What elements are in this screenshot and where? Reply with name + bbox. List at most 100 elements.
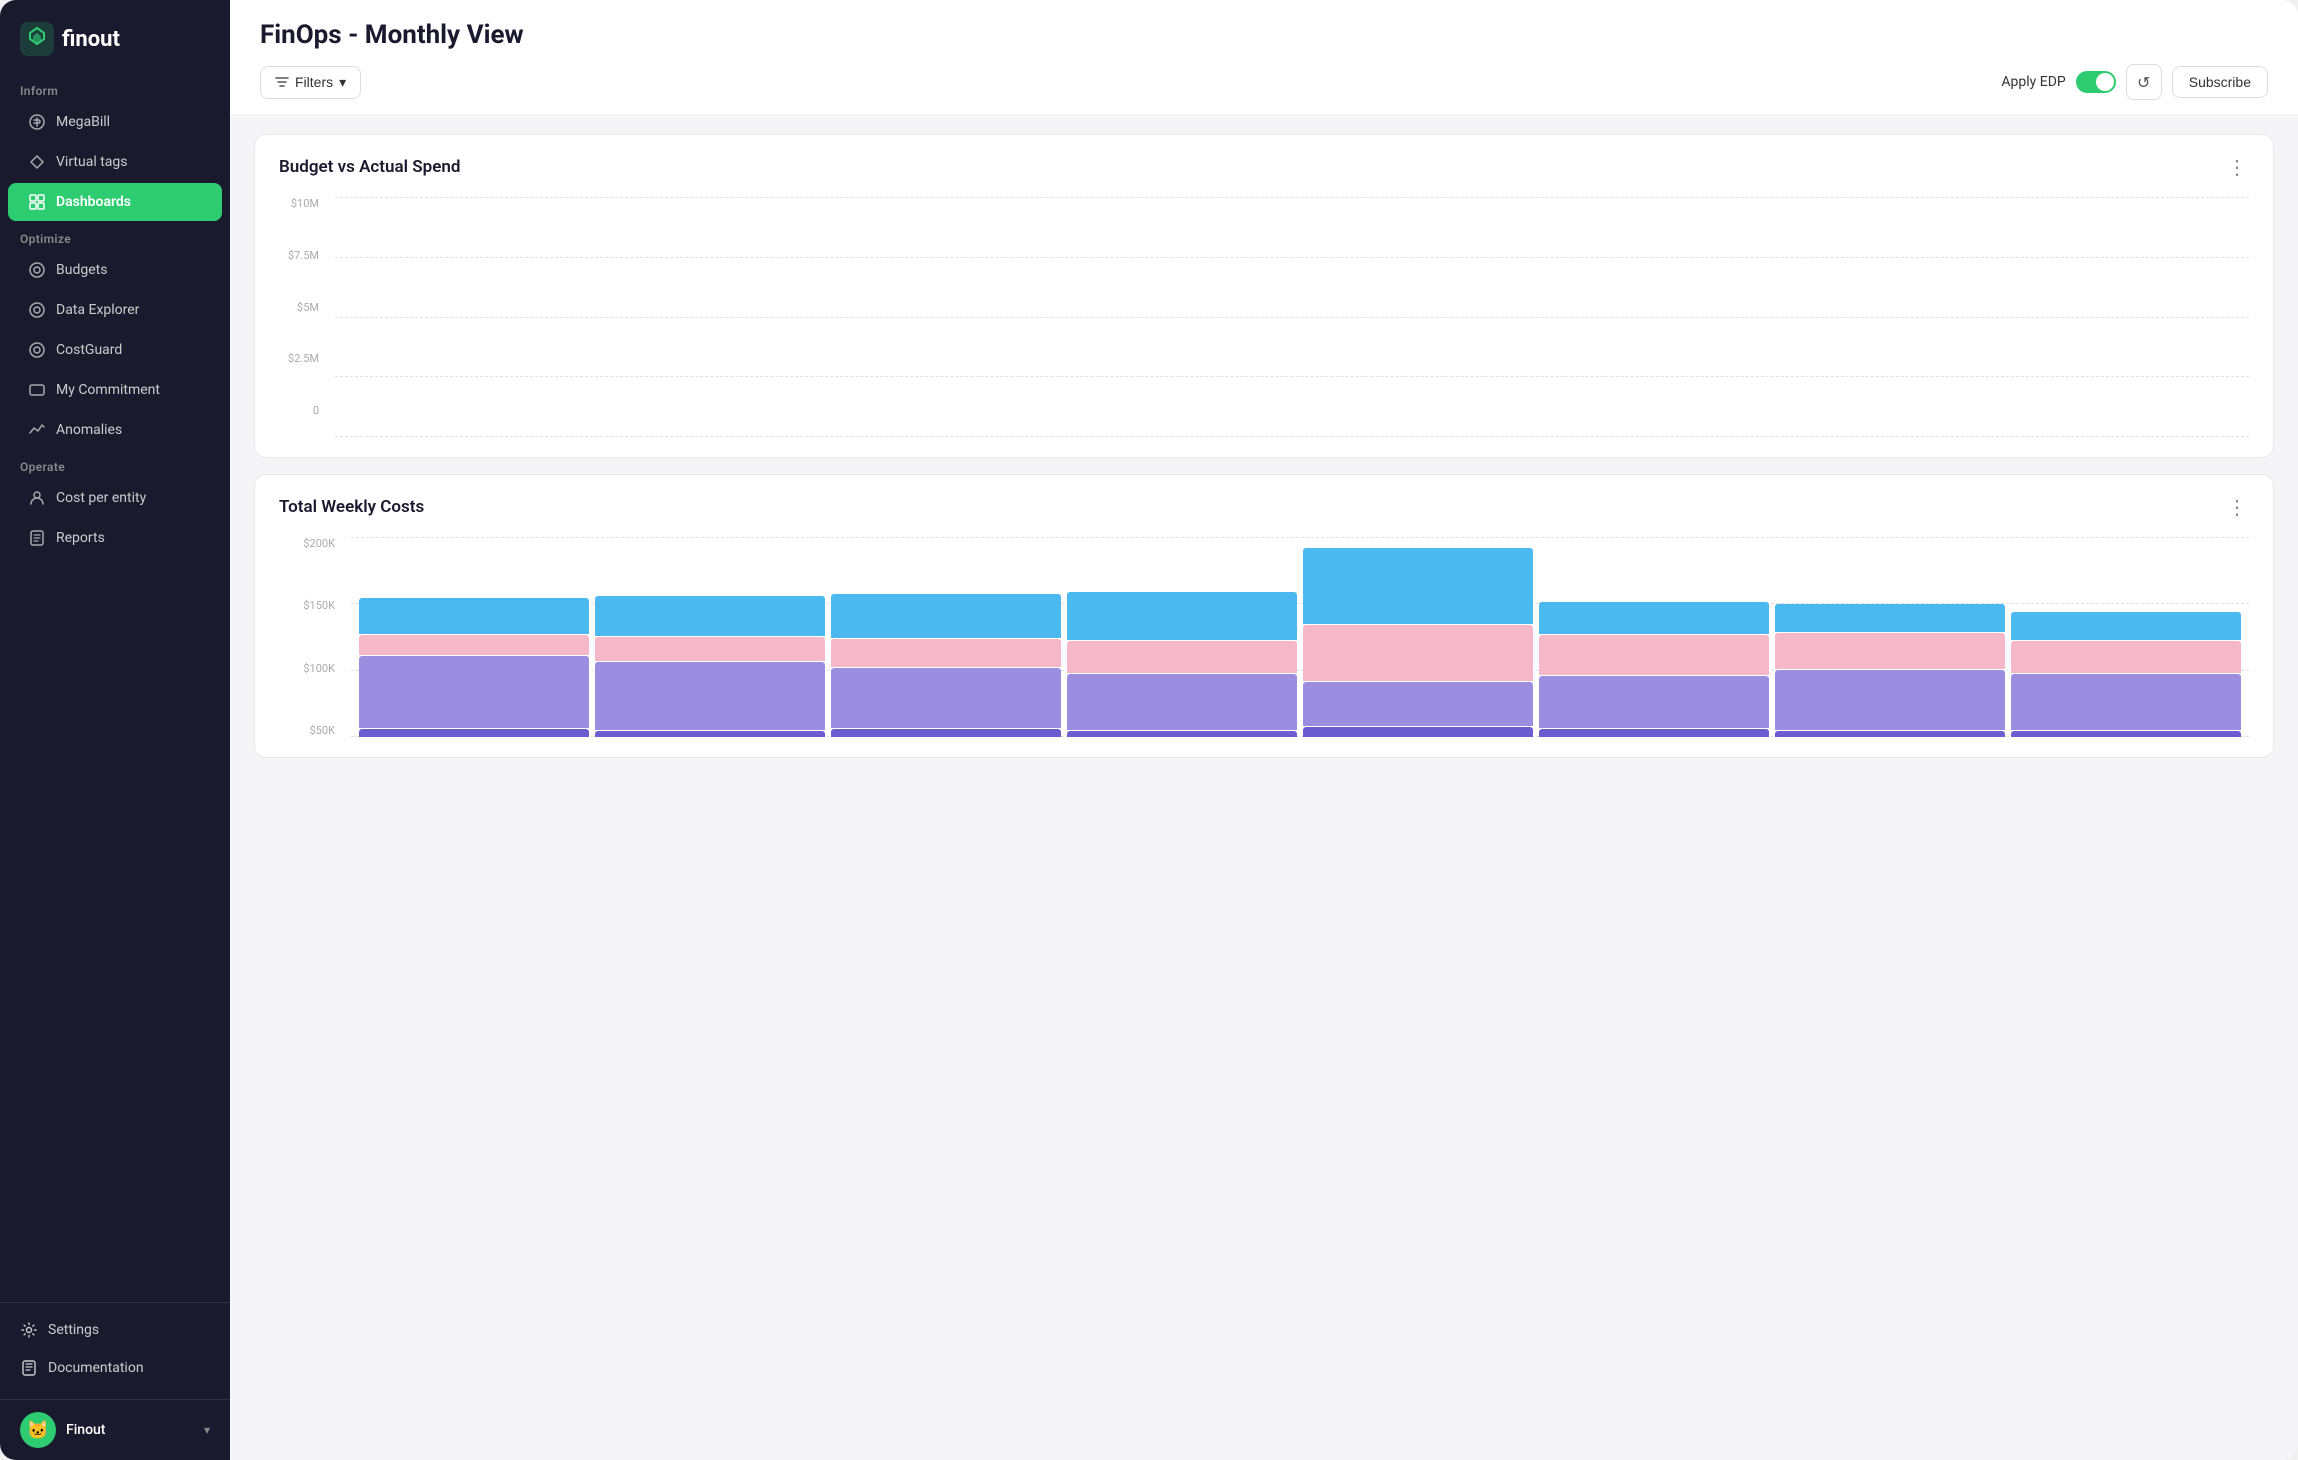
refresh-button[interactable]: ↺ — [2126, 64, 2162, 100]
sidebar-item-my-commitment[interactable]: My Commitment — [8, 371, 222, 409]
weekly-bar-pink — [1067, 641, 1297, 673]
weekly-bar-purple — [1775, 670, 2005, 730]
sidebar-item-label: Dashboards — [56, 194, 131, 210]
sidebar-item-label: Reports — [56, 530, 105, 546]
weekly-bar-blue — [831, 594, 1061, 638]
documentation-label: Documentation — [48, 1360, 144, 1376]
documentation-item[interactable]: Documentation — [0, 1349, 230, 1387]
subscribe-button[interactable]: Subscribe — [2172, 66, 2268, 98]
sidebar-item-label: Anomalies — [56, 422, 122, 438]
filters-label: Filters — [295, 74, 333, 90]
sidebar-item-label: Data Explorer — [56, 302, 139, 318]
weekly-bar-darkpurple — [831, 729, 1061, 737]
weekly-bar-group — [1775, 537, 2005, 737]
sidebar-item-anomalies[interactable]: Anomalies — [8, 411, 222, 449]
weekly-bar-purple — [1067, 674, 1297, 730]
y-label: $10M — [279, 197, 319, 210]
weekly-card-header: Total Weekly Costs ⋮ — [279, 495, 2249, 519]
filters-button[interactable]: Filters ▾ — [260, 66, 361, 99]
weekly-bar-darkpurple — [1067, 731, 1297, 737]
sidebar-item-label: Virtual tags — [56, 154, 127, 170]
weekly-bar-group — [2011, 537, 2241, 737]
avatar: 🐱 — [20, 1412, 56, 1448]
weekly-bar-blue — [1303, 548, 1533, 624]
y-label: $5M — [279, 301, 319, 314]
section-label-inform: Inform — [0, 74, 230, 102]
weekly-bar-blue — [1775, 604, 2005, 632]
weekly-bar-blue — [1067, 592, 1297, 640]
weekly-bar-group — [1303, 537, 1533, 737]
anomalies-icon — [28, 421, 46, 439]
page-title: FinOps - Monthly View — [260, 20, 2268, 50]
sidebar-item-label: My Commitment — [56, 382, 160, 398]
sidebar-item-dashboards[interactable]: Dashboards — [8, 183, 222, 221]
budget-chart-menu[interactable]: ⋮ — [2227, 155, 2249, 179]
weekly-bar-pink — [359, 635, 589, 655]
sidebar-item-reports[interactable]: Reports — [8, 519, 222, 557]
user-name: Finout — [66, 1422, 105, 1438]
weekly-bar-blue — [2011, 612, 2241, 640]
apply-edp-toggle[interactable] — [2076, 71, 2116, 93]
data-explorer-icon — [28, 301, 46, 319]
sidebar-item-label: MegaBill — [56, 114, 110, 130]
weekly-bar-group — [359, 537, 589, 737]
costguard-icon — [28, 341, 46, 359]
chevron-down-icon: ▾ — [339, 74, 346, 91]
y-label: $150K — [279, 599, 335, 612]
weekly-bar-pink — [1303, 625, 1533, 681]
settings-item[interactable]: Settings — [0, 1311, 230, 1349]
weekly-bar-purple — [2011, 674, 2241, 730]
budget-bars — [335, 197, 2249, 437]
section-label-operate: Operate — [0, 450, 230, 478]
weekly-bar-blue — [359, 598, 589, 634]
weekly-bar-darkpurple — [1539, 729, 1769, 737]
weekly-bar-purple — [831, 668, 1061, 728]
weekly-chart-title: Total Weekly Costs — [279, 497, 424, 517]
weekly-bar-pink — [2011, 641, 2241, 673]
budget-chart-card: Budget vs Actual Spend ⋮ $10M $7.5M $5M … — [254, 134, 2274, 458]
weekly-y-axis: $200K $150K $100K $50K — [279, 537, 335, 737]
weekly-bar-blue — [595, 596, 825, 636]
sidebar-item-megabill[interactable]: MegaBill — [8, 103, 222, 141]
budget-y-axis: $10M $7.5M $5M $2.5M 0 — [279, 197, 319, 437]
sidebar-bottom: Settings Documentation — [0, 1302, 230, 1395]
weekly-bar-pink — [595, 637, 825, 661]
weekly-bar-darkpurple — [2011, 731, 2241, 737]
sidebar-item-costguard[interactable]: CostGuard — [8, 331, 222, 369]
logo-text: finout — [62, 27, 120, 52]
section-label-optimize: Optimize — [0, 222, 230, 250]
weekly-bar-purple — [595, 662, 825, 730]
logo[interactable]: finout — [0, 0, 230, 74]
megabill-icon — [28, 113, 46, 131]
sidebar-item-virtual-tags[interactable]: Virtual tags — [8, 143, 222, 181]
sidebar-item-data-explorer[interactable]: Data Explorer — [8, 291, 222, 329]
sidebar-item-budgets[interactable]: Budgets — [8, 251, 222, 289]
virtual-tags-icon — [28, 153, 46, 171]
weekly-bar-group — [1539, 537, 1769, 737]
weekly-chart-menu[interactable]: ⋮ — [2227, 495, 2249, 519]
y-label: 0 — [279, 404, 319, 417]
y-label: $2.5M — [279, 352, 319, 365]
weekly-bar-darkpurple — [595, 731, 825, 737]
reports-icon — [28, 529, 46, 547]
documentation-icon — [20, 1359, 38, 1377]
user-profile[interactable]: 🐱 Finout ▾ — [0, 1399, 230, 1460]
budget-card-header: Budget vs Actual Spend ⋮ — [279, 155, 2249, 179]
weekly-bar-pink — [1775, 633, 2005, 669]
y-label: $100K — [279, 662, 335, 675]
weekly-bar-purple — [1303, 682, 1533, 726]
my-commitment-icon — [28, 381, 46, 399]
settings-label: Settings — [48, 1322, 99, 1338]
weekly-bar-group — [595, 537, 825, 737]
y-label: $50K — [279, 724, 335, 737]
weekly-bar-purple — [1539, 676, 1769, 728]
filter-icon — [275, 75, 289, 89]
sidebar: finout Inform MegaBill Virtual tags Dash… — [0, 0, 230, 1460]
weekly-bar-group — [831, 537, 1061, 737]
sidebar-item-cost-per-entity[interactable]: Cost per entity — [8, 479, 222, 517]
budget-chart-title: Budget vs Actual Spend — [279, 157, 460, 177]
weekly-bar-pink — [1539, 635, 1769, 675]
main-content-area: FinOps - Monthly View Filters ▾ Apply ED… — [230, 0, 2298, 1460]
page-header: FinOps - Monthly View Filters ▾ Apply ED… — [230, 0, 2298, 114]
y-label: $7.5M — [279, 249, 319, 262]
